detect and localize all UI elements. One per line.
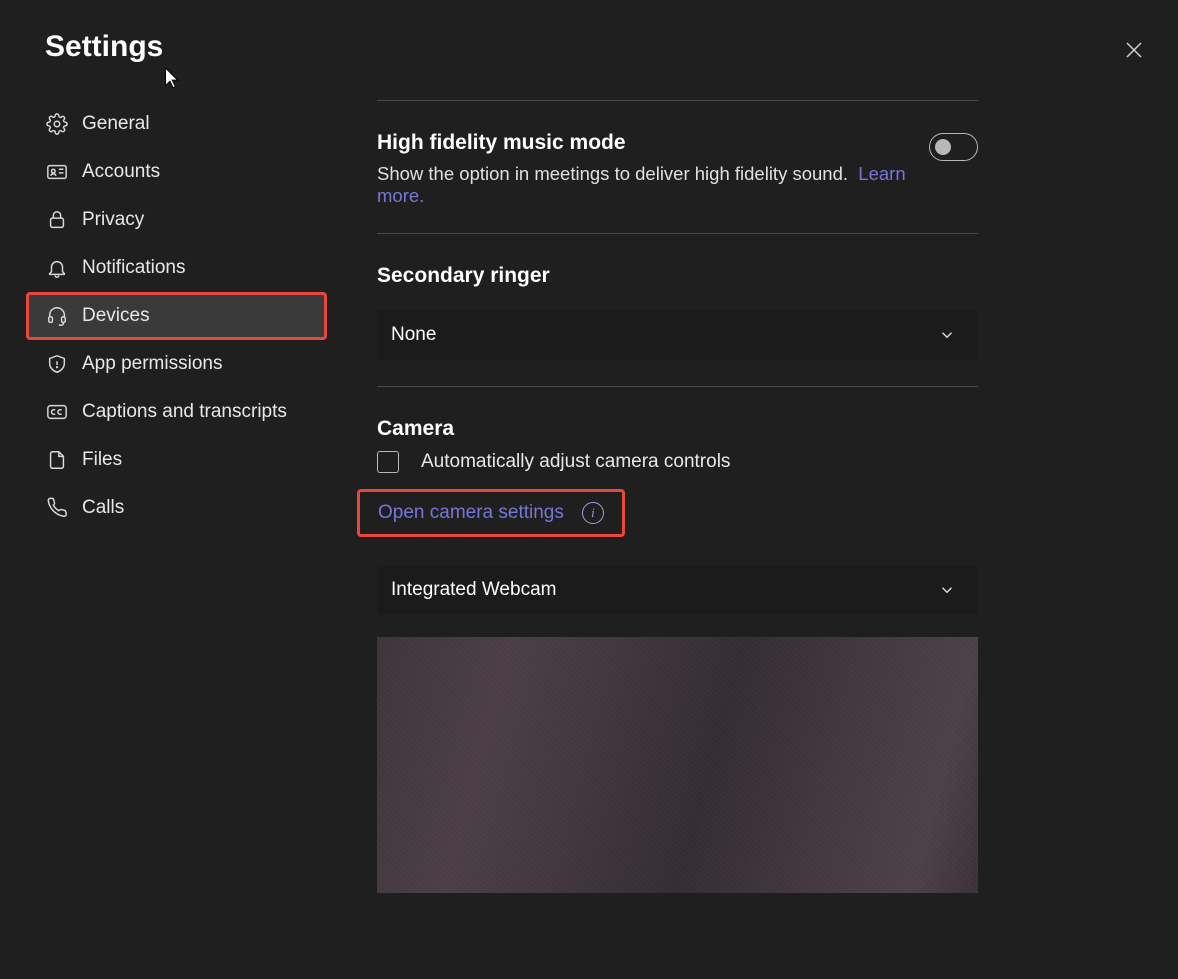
sidebar-item-label: Captions and transcripts: [82, 401, 287, 423]
dropdown-value: None: [391, 324, 436, 346]
sidebar-item-label: Calls: [82, 497, 124, 519]
divider: [377, 233, 978, 234]
hifi-toggle[interactable]: [929, 133, 978, 161]
auto-adjust-checkbox[interactable]: [377, 451, 399, 473]
sidebar-item-accounts[interactable]: Accounts: [26, 148, 327, 196]
sidebar-item-notifications[interactable]: Notifications: [26, 244, 327, 292]
gear-icon: [46, 113, 68, 135]
sidebar-item-files[interactable]: Files: [26, 436, 327, 484]
camera-preview: [377, 637, 978, 893]
page-title: Settings: [45, 30, 163, 64]
sidebar-item-captions[interactable]: Captions and transcripts: [26, 388, 327, 436]
sidebar-item-calls[interactable]: Calls: [26, 484, 327, 532]
divider: [377, 386, 978, 387]
camera-title: Camera: [377, 417, 978, 441]
sidebar-item-label: App permissions: [82, 353, 222, 375]
sidebar-item-label: Accounts: [82, 161, 160, 183]
lock-icon: [46, 209, 68, 231]
id-card-icon: [46, 161, 68, 183]
dropdown-value: Integrated Webcam: [391, 579, 556, 601]
file-icon: [46, 449, 68, 471]
sidebar: General Accounts Privacy Notifications D: [0, 100, 337, 893]
phone-icon: [46, 497, 68, 519]
chevron-down-icon: [938, 326, 956, 344]
info-icon[interactable]: i: [582, 502, 604, 524]
open-camera-settings-link[interactable]: Open camera settings: [378, 502, 564, 524]
sidebar-item-label: Privacy: [82, 209, 144, 231]
sidebar-item-label: Devices: [82, 305, 150, 327]
sidebar-item-label: Notifications: [82, 257, 186, 279]
auto-adjust-label: Automatically adjust camera controls: [421, 451, 730, 473]
cc-icon: [46, 401, 68, 423]
sidebar-item-privacy[interactable]: Privacy: [26, 196, 327, 244]
camera-device-dropdown[interactable]: Integrated Webcam: [377, 565, 978, 615]
sidebar-item-label: Files: [82, 449, 122, 471]
toggle-knob: [935, 139, 951, 155]
sidebar-item-general[interactable]: General: [26, 100, 327, 148]
bell-icon: [46, 257, 68, 279]
sidebar-item-label: General: [82, 113, 150, 135]
hifi-desc: Show the option in meetings to deliver h…: [377, 163, 929, 207]
close-button[interactable]: [1122, 38, 1146, 62]
secondary-ringer-title: Secondary ringer: [377, 264, 978, 288]
sidebar-item-devices[interactable]: Devices: [26, 292, 327, 340]
hifi-title: High fidelity music mode: [377, 131, 929, 155]
main-content: High fidelity music mode Show the option…: [337, 100, 1178, 893]
sidebar-item-app-permissions[interactable]: App permissions: [26, 340, 327, 388]
secondary-ringer-dropdown[interactable]: None: [377, 310, 978, 360]
open-camera-settings-highlight: Open camera settings i: [357, 489, 625, 537]
headset-icon: [46, 305, 68, 327]
chevron-down-icon: [938, 581, 956, 599]
divider: [377, 100, 978, 101]
shield-icon: [46, 353, 68, 375]
